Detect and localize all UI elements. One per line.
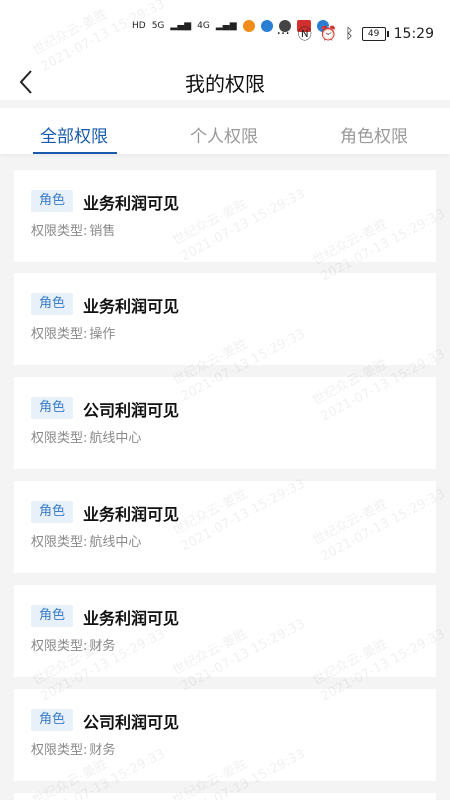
permission-type-label: 权限类型:	[31, 639, 88, 654]
permission-card[interactable]: 角色 公司利润可见 权限类型: 财务	[14, 689, 436, 781]
role-badge: 角色	[31, 709, 73, 731]
permission-type-label: 权限类型:	[31, 743, 88, 758]
permission-type: 权限类型: 操作	[31, 323, 115, 342]
signal-4g-label: 4G	[197, 21, 210, 31]
permission-card[interactable]: 角色 业务利润可见 权限类型: 销售	[14, 170, 436, 262]
permission-type: 权限类型: 销售	[31, 220, 115, 239]
nfc-icon: Ⓝ	[297, 27, 312, 43]
permission-card[interactable]: 角色 业务利润可见 权限类型: 财务	[14, 585, 436, 677]
permission-title: 业务利润可见	[83, 194, 180, 213]
permission-type: 权限类型: 财务	[31, 739, 115, 758]
permission-type-label: 权限类型:	[31, 224, 88, 239]
permission-type-label: 权限类型:	[31, 535, 88, 550]
role-badge: 角色	[31, 190, 73, 212]
permission-type: 权限类型: 航线中心	[31, 531, 141, 550]
weibo-icon	[242, 20, 255, 32]
permission-type-value: 销售	[89, 224, 116, 239]
permission-type-value: 航线中心	[89, 535, 142, 550]
status-bar: HD 5G ▂▄▆ 4G ▂▄▆ ··· Ⓝ ⏰ ᛒ 49 15:29	[0, 0, 450, 64]
permission-card-partial	[14, 793, 436, 800]
page-title: 我的权限	[185, 72, 265, 96]
tab-bar: 全部权限 个人权限 角色权限	[0, 108, 450, 154]
permission-type-value: 航线中心	[89, 431, 142, 446]
permission-card[interactable]: 角色 公司利润可见 权限类型: 航线中心	[14, 377, 436, 469]
tab-personal-permissions[interactable]: 个人权限	[190, 122, 258, 147]
battery-icon: 49	[361, 27, 389, 41]
permission-type-value: 财务	[89, 639, 116, 654]
status-right: ··· Ⓝ ⏰ ᛒ 49 15:29	[276, 24, 434, 44]
hd-label: HD	[132, 21, 146, 31]
app-icon	[260, 20, 273, 32]
tab-all-permissions[interactable]: 全部权限	[40, 122, 108, 147]
role-badge: 角色	[31, 501, 73, 523]
more-icon: ···	[276, 26, 290, 42]
tab-role-permissions[interactable]: 角色权限	[340, 122, 408, 147]
bluetooth-icon: ᛒ	[345, 26, 354, 42]
permission-card[interactable]: 角色 业务利润可见 权限类型: 航线中心	[14, 481, 436, 573]
header: 我的权限	[0, 64, 450, 100]
permission-type-label: 权限类型:	[31, 327, 88, 342]
role-badge: 角色	[31, 397, 73, 419]
permission-title: 业务利润可见	[83, 505, 180, 524]
status-time: 15:29	[393, 26, 434, 42]
permission-type-value: 财务	[89, 743, 116, 758]
permission-card[interactable]: 角色 业务利润可见 权限类型: 操作	[14, 273, 436, 365]
permission-title: 公司利润可见	[83, 401, 180, 420]
signal-bars-icon-2: ▂▄▆	[215, 21, 237, 31]
active-tab-indicator	[33, 152, 117, 154]
permission-type-label: 权限类型:	[31, 431, 88, 446]
role-badge: 角色	[31, 293, 73, 315]
alarm-icon: ⏰	[319, 26, 338, 42]
signal-bars-icon: ▂▄▆	[170, 21, 192, 31]
screen: HD 5G ▂▄▆ 4G ▂▄▆ ··· Ⓝ ⏰ ᛒ 49 15:29 我的权限…	[0, 0, 450, 800]
role-badge: 角色	[31, 605, 73, 627]
signal-5g-label: 5G	[151, 21, 165, 31]
permission-type: 权限类型: 财务	[31, 635, 115, 654]
permission-type-value: 操作	[89, 327, 116, 342]
permission-type: 权限类型: 航线中心	[31, 427, 141, 446]
permission-title: 公司利润可见	[83, 713, 180, 732]
permission-title: 业务利润可见	[83, 609, 180, 628]
permission-title: 业务利润可见	[83, 297, 180, 316]
